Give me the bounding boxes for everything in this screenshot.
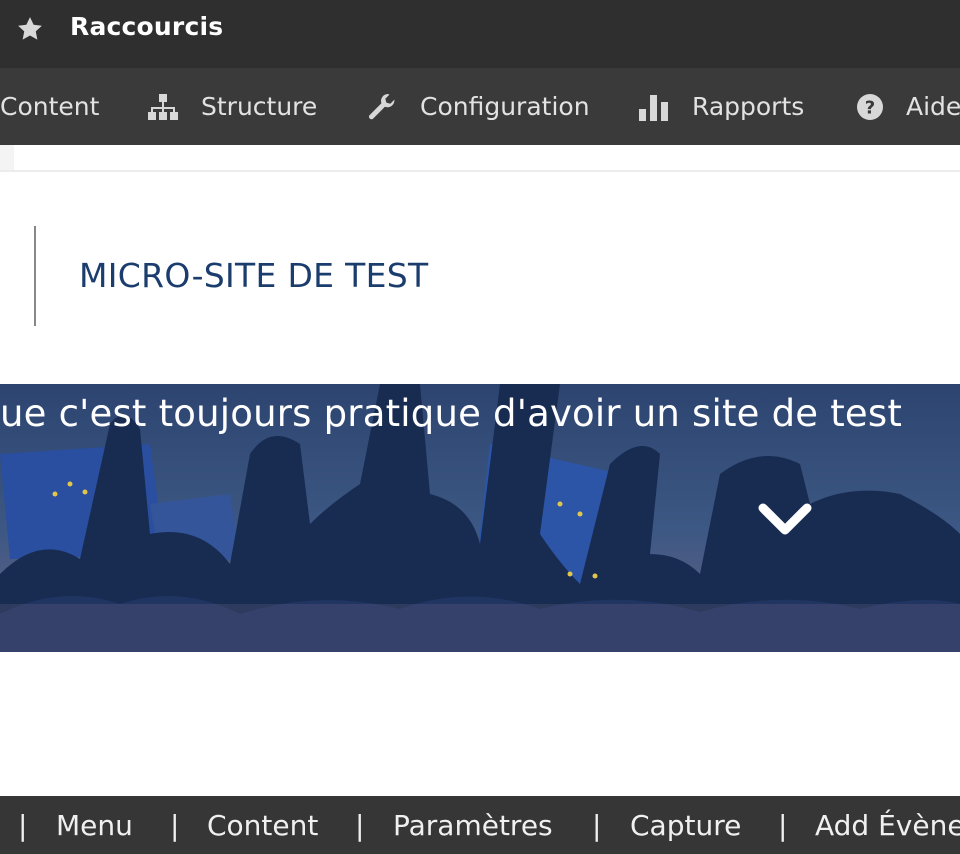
sitemap-icon xyxy=(148,93,178,120)
site-title[interactable]: MICRO-SITE DE TEST xyxy=(79,256,428,295)
toolbar-item-help[interactable]: ? Aide xyxy=(856,68,960,145)
toolbar-item-content[interactable]: Content xyxy=(0,68,99,145)
shortcuts-title[interactable]: Raccourcis xyxy=(70,12,223,41)
bottom-nav-capture[interactable]: Capture xyxy=(630,796,741,854)
site-title-rule xyxy=(34,226,36,326)
toolbar-item-label: Content xyxy=(0,92,100,121)
svg-text:?: ? xyxy=(865,97,875,118)
admin-toolbar: Content Structure Configuration Rapports xyxy=(0,68,960,145)
toolbar-item-label: Structure xyxy=(201,92,318,121)
shortcuts-bar: Raccourcis xyxy=(0,0,960,68)
toolbar-item-label: Configuration xyxy=(420,92,590,121)
divider xyxy=(0,170,960,172)
nav-separator: | xyxy=(18,808,28,842)
nav-separator: | xyxy=(170,808,180,842)
toolbar-item-label: Aide xyxy=(906,92,960,121)
toolbar-item-reports[interactable]: Rapports xyxy=(638,68,804,145)
toolbar-item-label: Rapports xyxy=(692,92,805,121)
hero-banner: ue c'est toujours pratique d'avoir un si… xyxy=(0,384,960,652)
toolbar-item-configuration[interactable]: Configuration xyxy=(366,68,590,145)
bottom-nav-parametres[interactable]: Paramètres xyxy=(393,796,553,854)
bottom-nav-add-event[interactable]: Add Évène xyxy=(815,796,960,854)
nav-separator: | xyxy=(778,808,788,842)
bottom-nav-menu[interactable]: Menu xyxy=(56,796,133,854)
bottom-nav: | Menu | Content | Paramètres | Capture … xyxy=(0,796,960,854)
wrench-icon xyxy=(369,93,395,119)
nav-separator: | xyxy=(355,808,365,842)
nav-separator: | xyxy=(592,808,602,842)
tray-edge xyxy=(0,145,14,170)
toolbar-item-structure[interactable]: Structure xyxy=(147,68,317,145)
star-icon[interactable] xyxy=(15,14,45,44)
bar-chart-icon xyxy=(639,94,668,121)
chevron-down-icon[interactable] xyxy=(757,500,813,540)
help-circle-icon: ? xyxy=(857,93,883,120)
hero-tagline: ue c'est toujours pratique d'avoir un si… xyxy=(0,392,903,435)
bottom-nav-content[interactable]: Content xyxy=(207,796,318,854)
